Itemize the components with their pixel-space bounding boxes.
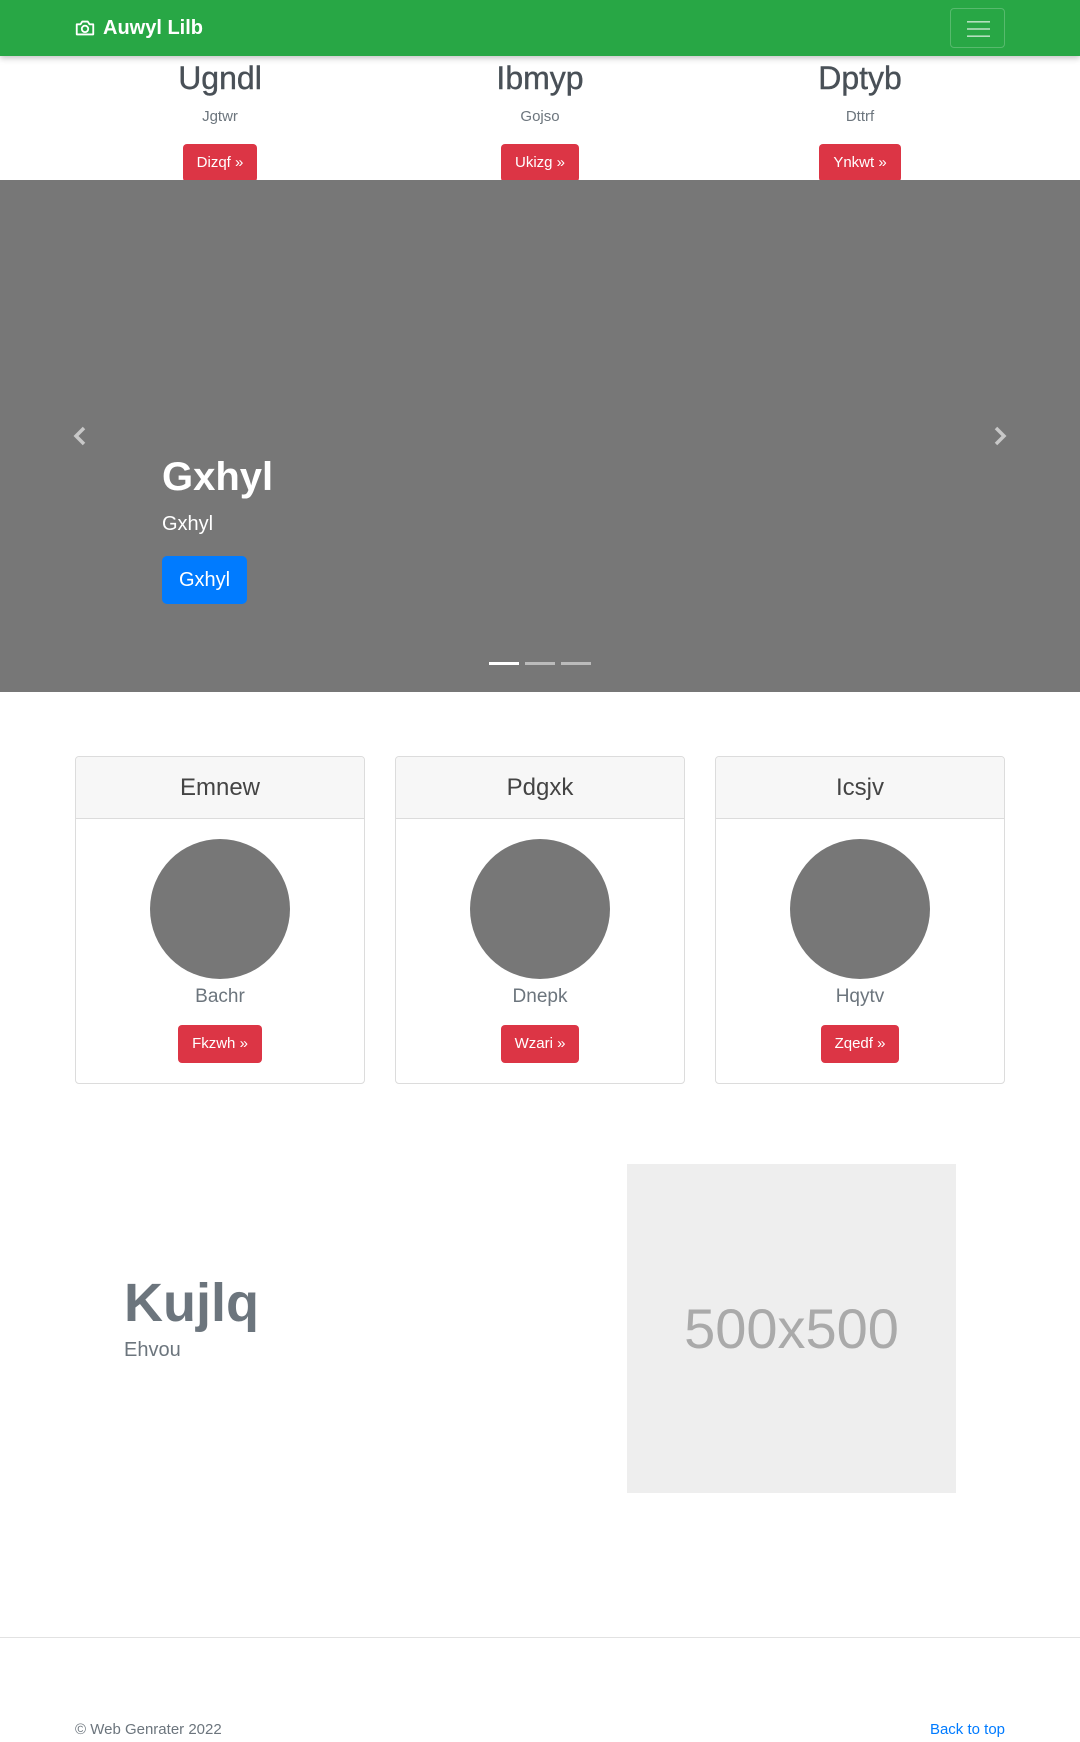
profile-card: Emnew Bachr Fkzwh » <box>75 756 365 1084</box>
feature-column: Ugndl Jgtwr Dizqf » <box>60 56 380 182</box>
feature-text: Gojso <box>520 108 560 125</box>
copyright-text: © Web Genrater 2022 <box>75 1721 222 1738</box>
card-header: Emnew <box>76 757 364 819</box>
card-header: Icsjv <box>716 757 1004 819</box>
feature-button[interactable]: Ynkwt » <box>819 144 901 182</box>
profile-card: Pdgxk Dnepk Wzari » <box>395 756 685 1084</box>
card-header: Pdgxk <box>396 757 684 819</box>
carousel-heading: Gxhyl <box>162 455 274 499</box>
card-button[interactable]: Fkzwh » <box>178 1025 262 1063</box>
feature-text: Dttrf <box>845 108 875 125</box>
feature-button[interactable]: Ukizg » <box>500 144 580 182</box>
feature-title: Ugndl <box>178 60 262 96</box>
carousel-prev-icon[interactable] <box>69 424 93 448</box>
navbar: Auwyl Lilb <box>0 0 1080 56</box>
placeholder-label: 500x500 <box>684 1297 899 1360</box>
carousel-button[interactable]: Gxhyl <box>162 556 248 604</box>
card-name: Hqytv <box>835 986 885 1007</box>
footer-divider <box>0 1637 1080 1638</box>
feature-title: Dptyb <box>818 60 902 96</box>
feature-column: Dptyb Dttrf Ynkwt » <box>700 56 1020 182</box>
brand-link[interactable]: Auwyl Lilb <box>74 16 203 40</box>
carousel-text: Gxhyl <box>162 513 214 535</box>
placeholder-image: 500x500 <box>627 1164 956 1493</box>
camera-icon <box>75 20 95 36</box>
avatar <box>790 839 930 979</box>
carousel: Gxhyl Gxhyl Gxhyl <box>0 180 1080 692</box>
feature-column: Ibmyp Gojso Ukizg » <box>380 56 700 182</box>
carousel-indicator[interactable] <box>489 662 519 665</box>
card-name: Dnepk <box>512 986 568 1007</box>
feature-button[interactable]: Dizqf » <box>182 144 258 182</box>
feature-text: Jgtwr <box>202 108 238 125</box>
back-to-top-link[interactable]: Back to top <box>930 1720 1005 1740</box>
feature-title: Ibmyp <box>496 60 584 96</box>
card-button[interactable]: Wzari » <box>500 1025 580 1063</box>
carousel-indicators <box>489 662 591 665</box>
profile-card: Icsjv Hqytv Zqedf » <box>715 756 1005 1084</box>
featurette-subheading: Ehvou <box>124 1339 181 1361</box>
card-name: Bachr <box>195 986 245 1007</box>
carousel-next-icon[interactable] <box>987 424 1011 448</box>
carousel-indicator[interactable] <box>561 662 591 665</box>
avatar <box>150 839 290 979</box>
hamburger-icon <box>967 21 990 37</box>
navbar-toggler-button[interactable] <box>950 8 1005 48</box>
carousel-caption: Gxhyl Gxhyl Gxhyl <box>162 452 273 604</box>
brand-name: Auwyl Lilb <box>103 16 203 39</box>
avatar <box>470 839 610 979</box>
featurette-heading: Kujlq <box>124 1273 259 1333</box>
carousel-indicator[interactable] <box>525 662 555 665</box>
card-button[interactable]: Zqedf » <box>820 1025 900 1063</box>
